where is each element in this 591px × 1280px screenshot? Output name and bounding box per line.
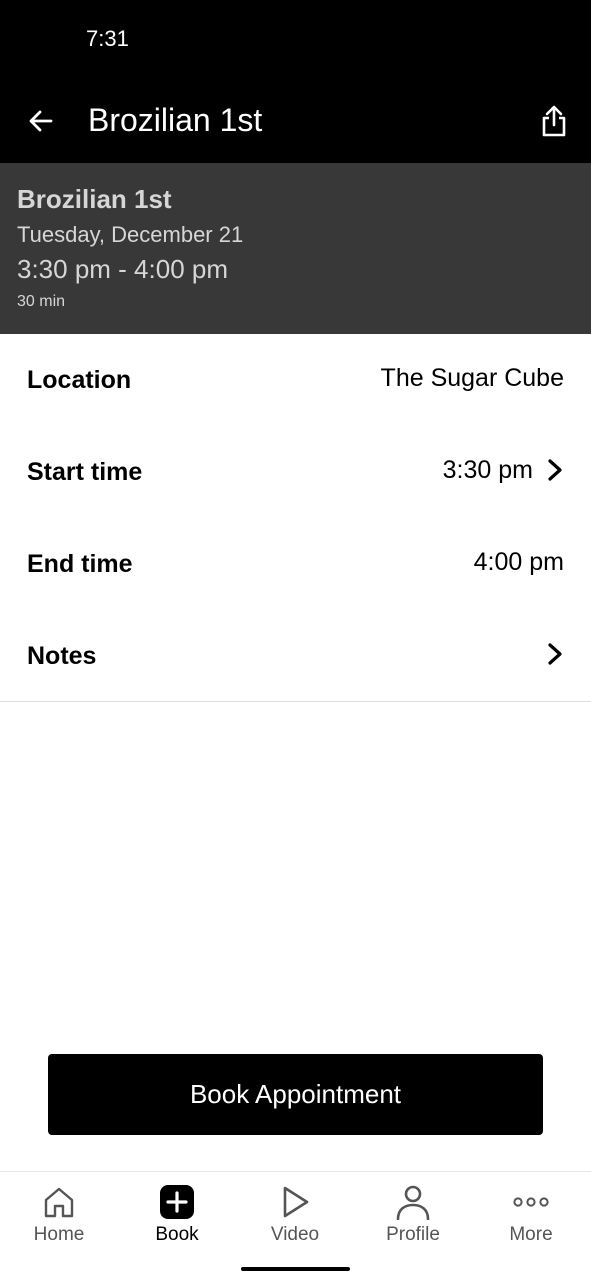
nav-item-home[interactable]: Home — [0, 1182, 118, 1262]
appointment-summary: Brozilian 1st Tuesday, December 21 3:30 … — [0, 163, 591, 334]
end-time-label: End time — [27, 550, 133, 578]
back-button[interactable] — [22, 102, 60, 140]
chevron-right-icon — [548, 459, 562, 481]
person-icon — [395, 1184, 431, 1220]
page-title: Brozilian 1st — [88, 102, 263, 138]
nav-label-home: Home — [33, 1224, 85, 1245]
end-time-value: 4:00 pm — [473, 548, 564, 576]
more-dots-icon — [513, 1184, 549, 1220]
bottom-nav: Home Book Video Profile More — [0, 1171, 591, 1280]
home-indicator — [241, 1267, 350, 1271]
nav-item-profile[interactable]: Profile — [354, 1182, 472, 1262]
summary-date: Tuesday, December 21 — [17, 222, 244, 247]
book-appointment-button[interactable]: Book Appointment — [48, 1054, 543, 1135]
notes-label: Notes — [27, 642, 97, 670]
share-button[interactable] — [533, 100, 575, 142]
plus-square-icon — [159, 1184, 195, 1220]
location-row: Location The Sugar Cube — [0, 334, 591, 426]
nav-item-more[interactable]: More — [472, 1182, 590, 1262]
arrow-left-icon — [29, 110, 53, 132]
location-value: The Sugar Cube — [380, 364, 564, 392]
nav-item-book[interactable]: Book — [118, 1182, 236, 1262]
nav-label-book: Book — [155, 1224, 199, 1245]
chevron-right-icon — [548, 643, 562, 665]
share-icon — [542, 105, 566, 137]
location-label: Location — [27, 366, 132, 394]
appointment-details: Location The Sugar Cube Start time 3:30 … — [0, 334, 591, 702]
start-time-label: Start time — [27, 458, 143, 486]
play-icon — [277, 1184, 313, 1220]
app-bar: Brozilian 1st — [0, 80, 591, 163]
notes-row[interactable]: Notes — [0, 610, 591, 702]
status-bar: 7:31 — [0, 0, 591, 80]
nav-item-video[interactable]: Video — [236, 1182, 354, 1262]
nav-label-more: More — [509, 1224, 553, 1245]
start-time-value: 3:30 pm — [442, 456, 533, 484]
nav-label-video: Video — [270, 1224, 320, 1245]
summary-title: Brozilian 1st — [17, 184, 172, 214]
home-icon — [41, 1184, 77, 1220]
summary-duration: 30 min — [17, 293, 66, 310]
status-time: 7:31 — [86, 26, 129, 51]
nav-label-profile: Profile — [386, 1224, 440, 1245]
summary-time-range: 3:30 pm - 4:00 pm — [17, 254, 228, 284]
end-time-row: End time 4:00 pm — [0, 518, 591, 610]
start-time-row[interactable]: Start time 3:30 pm — [0, 426, 591, 518]
